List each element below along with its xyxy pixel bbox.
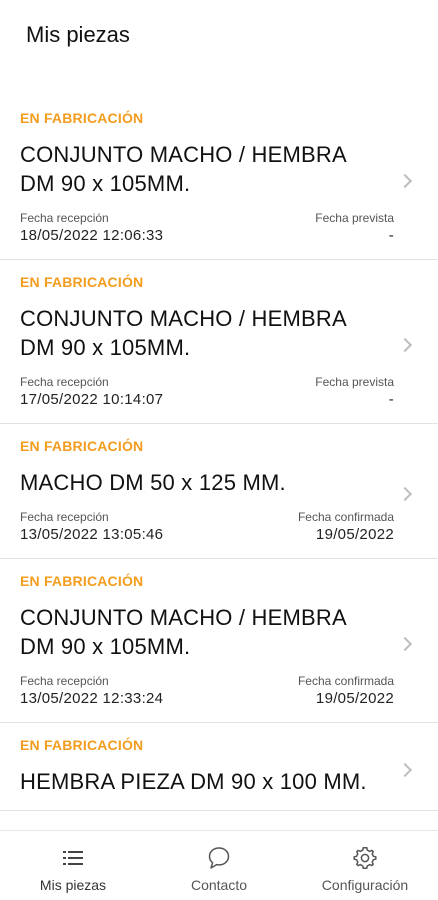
status-badge: EN FABRICACIÓN bbox=[20, 573, 144, 589]
piece-card[interactable]: EN FABRICACIÓN CONJUNTO MACHO / HEMBRA D… bbox=[0, 559, 438, 723]
date-value: - bbox=[388, 391, 394, 408]
piece-dates: Fecha recepción 18/05/2022 12:06:33 Fech… bbox=[20, 211, 418, 245]
piece-card[interactable]: EN FABRICACIÓN MACHO DM 50 x 125 MM. Fec… bbox=[0, 424, 438, 559]
tab-label: Configuración bbox=[321, 877, 409, 893]
piece-card[interactable]: EN FABRICACIÓN CONJUNTO MACHO / HEMBRA D… bbox=[0, 96, 438, 260]
date-label: Fecha prevista bbox=[315, 211, 394, 225]
tab-contacto[interactable]: Contacto bbox=[146, 831, 292, 900]
status-badge: EN FABRICACIÓN bbox=[20, 438, 144, 454]
piece-name: CONJUNTO MACHO / HEMBRA DM 90 x 105MM. bbox=[20, 306, 346, 360]
page-title: Mis piezas bbox=[26, 22, 130, 47]
piece-name: CONJUNTO MACHO / HEMBRA DM 90 x 105MM. bbox=[20, 142, 346, 196]
received-label: Fecha recepción bbox=[20, 510, 109, 524]
pieces-list[interactable]: EN FABRICACIÓN CONJUNTO MACHO / HEMBRA D… bbox=[0, 96, 438, 829]
piece-name: CONJUNTO MACHO / HEMBRA DM 90 x 105MM. bbox=[20, 605, 346, 659]
date-label: Fecha confirmada bbox=[297, 510, 394, 524]
tab-label: Contacto bbox=[190, 877, 248, 893]
piece-name: HEMBRA PIEZA DM 90 x 100 MM. bbox=[20, 769, 367, 794]
received-value: 18/05/2022 12:06:33 bbox=[20, 227, 164, 244]
piece-dates: Fecha recepción 13/05/2022 12:33:24 Fech… bbox=[20, 674, 418, 708]
gear-icon bbox=[353, 847, 377, 869]
status-badge: EN FABRICACIÓN bbox=[20, 110, 144, 126]
piece-dates: Fecha recepción 13/05/2022 13:05:46 Fech… bbox=[20, 510, 418, 544]
date-value: - bbox=[388, 227, 394, 244]
piece-dates: Fecha recepción 17/05/2022 10:14:07 Fech… bbox=[20, 375, 418, 409]
tab-configuracion[interactable]: Configuración bbox=[292, 831, 438, 900]
chat-icon bbox=[208, 847, 230, 869]
received-label: Fecha recepción bbox=[20, 674, 109, 688]
piece-card[interactable]: EN FABRICACIÓN CONJUNTO MACHO / HEMBRA D… bbox=[0, 260, 438, 424]
received-label: Fecha recepción bbox=[20, 211, 109, 225]
header: Mis piezas bbox=[0, 0, 438, 70]
list-icon bbox=[63, 851, 83, 865]
piece-card[interactable]: EN FABRICACIÓN HEMBRA PIEZA DM 90 x 100 … bbox=[0, 723, 438, 811]
tab-label: Mis piezas bbox=[39, 877, 107, 893]
piece-name: MACHO DM 50 x 125 MM. bbox=[20, 470, 286, 495]
status-badge: EN FABRICACIÓN bbox=[20, 274, 144, 290]
date-label: Fecha confirmada bbox=[297, 674, 394, 688]
tab-mis-piezas[interactable]: Mis piezas bbox=[0, 831, 146, 900]
status-badge: EN FABRICACIÓN bbox=[20, 737, 144, 753]
bottom-tab-bar: Mis piezas Contacto Configuración bbox=[0, 830, 438, 900]
received-value: 13/05/2022 13:05:46 bbox=[20, 526, 164, 543]
received-label: Fecha recepción bbox=[20, 375, 109, 389]
date-value: 19/05/2022 bbox=[315, 526, 394, 543]
received-value: 13/05/2022 12:33:24 bbox=[20, 690, 164, 707]
date-value: 19/05/2022 bbox=[315, 690, 394, 707]
date-label: Fecha prevista bbox=[315, 375, 394, 389]
received-value: 17/05/2022 10:14:07 bbox=[20, 391, 164, 408]
